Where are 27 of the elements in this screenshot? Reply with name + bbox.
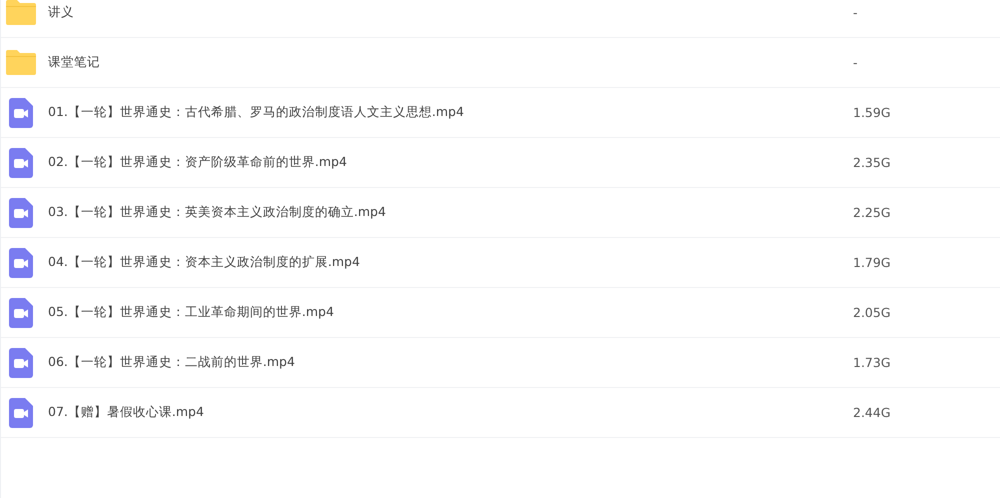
file-size: 1.59G	[853, 105, 891, 120]
file-size: 2.44G	[853, 405, 891, 420]
file-name[interactable]: 04.【一轮】世界通史：资本主义政治制度的扩展.mp4	[48, 254, 853, 271]
video-icon	[9, 398, 33, 428]
file-size: 1.79G	[853, 255, 891, 270]
file-name[interactable]: 01.【一轮】世界通史：古代希腊、罗马的政治制度语人文主义思想.mp4	[48, 104, 853, 121]
file-name[interactable]: 讲义	[48, 4, 853, 21]
file-size: -	[853, 55, 858, 70]
file-name[interactable]: 课堂笔记	[48, 54, 853, 71]
video-icon	[9, 98, 33, 128]
file-size: 2.05G	[853, 305, 891, 320]
video-icon	[9, 198, 33, 228]
video-icon	[9, 298, 33, 328]
file-size: -	[853, 5, 858, 20]
file-name[interactable]: 02.【一轮】世界通史：资产阶级革命前的世界.mp4	[48, 154, 853, 171]
file-size: 2.35G	[853, 155, 891, 170]
video-icon	[9, 348, 33, 378]
folder-icon	[6, 0, 36, 25]
file-size: 1.73G	[853, 355, 891, 370]
file-name[interactable]: 07.【赠】暑假收心课.mp4	[48, 404, 853, 421]
video-icon	[9, 148, 33, 178]
file-size: 2.25G	[853, 205, 891, 220]
folder-icon	[6, 50, 36, 75]
file-name[interactable]: 06.【一轮】世界通史：二战前的世界.mp4	[48, 354, 853, 371]
file-name[interactable]: 03.【一轮】世界通史：英美资本主义政治制度的确立.mp4	[48, 204, 853, 221]
video-icon	[9, 248, 33, 278]
file-name[interactable]: 05.【一轮】世界通史：工业革命期间的世界.mp4	[48, 304, 853, 321]
